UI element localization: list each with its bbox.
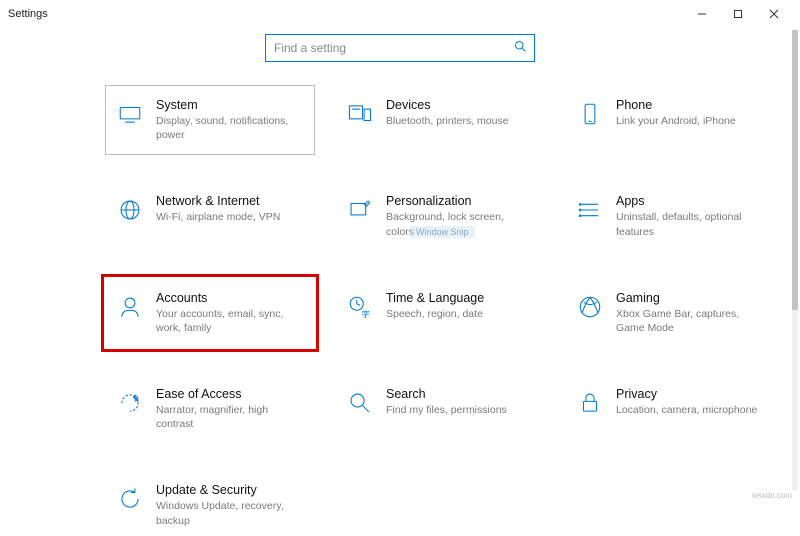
tile-desc: Your accounts, email, sync, work, family [156,307,304,335]
close-button[interactable] [756,0,792,28]
svg-text:字: 字 [362,308,370,318]
tile-title: Phone [616,98,736,112]
tile-ease-of-access[interactable]: Ease of Access Narrator, magnifier, high… [110,379,310,439]
maximize-button[interactable] [720,0,756,28]
close-icon [769,9,779,19]
tile-desc: Find my files, permissions [386,403,507,417]
tile-system[interactable]: System Display, sound, notifications, po… [110,90,310,150]
tile-desc: Uninstall, defaults, optional features [616,210,764,238]
gaming-icon [576,293,604,321]
tile-title: System [156,98,304,112]
devices-icon [346,100,374,128]
search-icon [514,39,526,57]
tile-gaming[interactable]: Gaming Xbox Game Bar, captures, Game Mod… [570,283,770,343]
phone-icon [576,100,604,128]
tile-desc: Speech, region, date [386,307,484,321]
tile-desc: Link your Android, iPhone [616,114,736,128]
tile-update-security[interactable]: Update & Security Windows Update, recove… [110,475,310,535]
search-tile-icon [346,389,374,417]
tile-desc: Display, sound, notifications, power [156,114,304,142]
tile-devices[interactable]: Devices Bluetooth, printers, mouse [340,90,540,150]
maximize-icon [733,9,743,19]
tile-privacy[interactable]: Privacy Location, camera, microphone [570,379,770,439]
person-icon [116,293,144,321]
tile-accounts[interactable]: Accounts Your accounts, email, sync, wor… [110,283,310,343]
ease-icon [116,389,144,417]
tile-network[interactable]: Network & Internet Wi-Fi, airplane mode,… [110,186,310,246]
tile-title: Devices [386,98,509,112]
update-icon [116,485,144,513]
tile-search[interactable]: Search Find my files, permissions [340,379,540,439]
snip-overlay: Window Snip [410,226,475,238]
tile-desc: Wi-Fi, airplane mode, VPN [156,210,280,224]
settings-grid-row4: Update & Security Windows Update, recove… [0,439,800,535]
tile-title: Accounts [156,291,304,305]
window-controls [684,0,792,28]
tile-title: Time & Language [386,291,484,305]
tile-title: Network & Internet [156,194,280,208]
globe-icon [116,196,144,224]
tile-title: Apps [616,194,764,208]
window-title: Settings [8,8,684,20]
tile-title: Personalization [386,194,534,208]
search-container [0,34,800,62]
tile-time-language[interactable]: 字 Time & Language Speech, region, date [340,283,540,343]
tile-phone[interactable]: Phone Link your Android, iPhone [570,90,770,150]
tile-title: Gaming [616,291,764,305]
search-input[interactable] [274,41,514,55]
tile-title: Ease of Access [156,387,304,401]
tile-apps[interactable]: Apps Uninstall, defaults, optional featu… [570,186,770,246]
scrollbar-thumb[interactable] [792,30,798,310]
paint-icon [346,196,374,224]
tile-desc: Xbox Game Bar, captures, Game Mode [616,307,764,335]
minimize-button[interactable] [684,0,720,28]
time-lang-icon: 字 [346,293,374,321]
tile-title: Search [386,387,507,401]
scrollbar[interactable] [792,30,798,490]
search-box[interactable] [265,34,535,62]
watermark: wsxdn.com [752,491,792,500]
minimize-icon [697,9,707,19]
tile-desc: Location, camera, microphone [616,403,757,417]
system-icon [116,100,144,128]
apps-icon [576,196,604,224]
titlebar: Settings [0,0,800,28]
lock-icon [576,389,604,417]
tile-desc: Narrator, magnifier, high contrast [156,403,304,431]
tile-title: Update & Security [156,483,304,497]
tile-title: Privacy [616,387,757,401]
tile-desc: Bluetooth, printers, mouse [386,114,509,128]
settings-grid: System Display, sound, notifications, po… [0,90,800,439]
